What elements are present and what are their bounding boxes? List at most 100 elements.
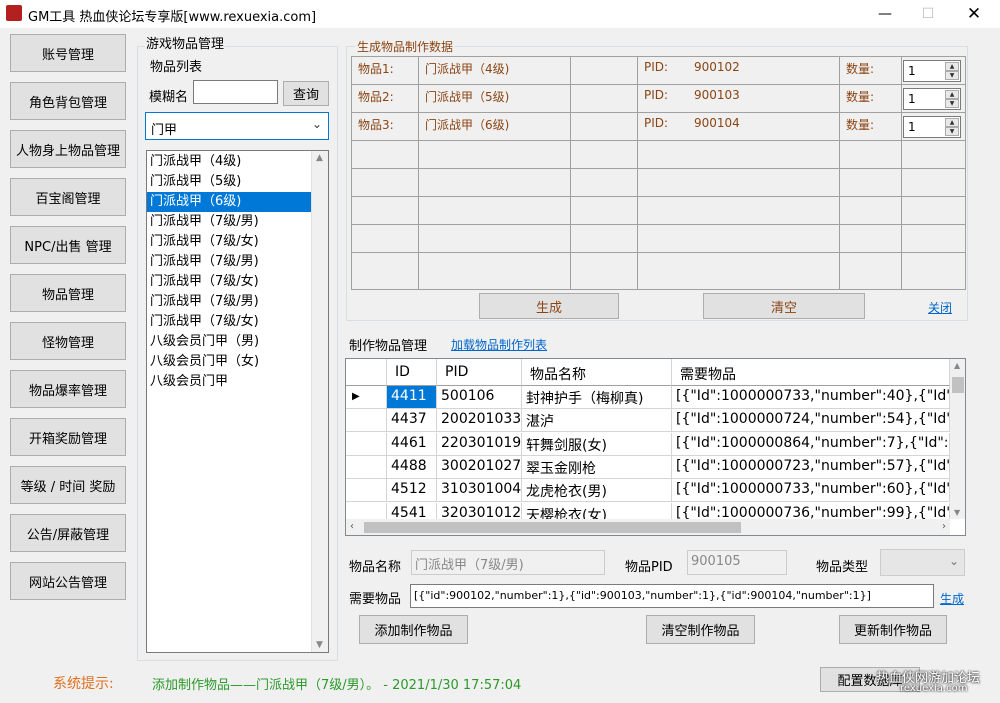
table-cell-need[interactable]: [{"Id":1000000733,"number":40},{"Id":100… bbox=[672, 386, 950, 409]
nav-level-time-button[interactable]: 等级 / 时间 奖励 bbox=[10, 466, 126, 504]
load-craft-list-link[interactable]: 加载物品制作列表 bbox=[451, 336, 547, 353]
items-list[interactable]: 门派战甲（4级) 门派战甲（5级) 门派战甲（6级) 门派战甲（7级/男) 门派战甲（7… bbox=[146, 150, 329, 653]
hscroll-left-icon[interactable]: ‹ bbox=[350, 521, 354, 532]
gen-need-link[interactable]: 生成 bbox=[940, 590, 964, 607]
list-item[interactable]: 八级会员门甲（男) bbox=[147, 332, 328, 352]
need-field[interactable]: [{"id":900102,"number":1},{"id":900103,"… bbox=[410, 584, 934, 608]
minimize-icon[interactable]: — bbox=[862, 0, 908, 28]
update-craft-button[interactable]: 更新制作物品 bbox=[839, 615, 947, 644]
table-vscrollbar[interactable]: ▲ ▼ bbox=[950, 359, 965, 519]
scroll-up-icon[interactable]: ▲ bbox=[316, 153, 323, 163]
clear-button[interactable]: 清空 bbox=[703, 293, 865, 319]
nav-box-reward-button[interactable]: 开箱奖励管理 bbox=[10, 418, 126, 456]
table-cell-need[interactable]: [{"Id":1000000733,"number":60},{"Id":100… bbox=[672, 479, 950, 503]
add-craft-button[interactable]: 添加制作物品 bbox=[359, 615, 468, 644]
table-cell-name[interactable]: 轩舞剑服(女) bbox=[522, 432, 672, 456]
list-item[interactable]: 门派战甲（7级/女) bbox=[147, 232, 328, 252]
nav-items-button[interactable]: 物品管理 bbox=[10, 274, 126, 312]
gen-row-label: 物品3: bbox=[358, 118, 394, 132]
list-item[interactable]: 八级会员门甲（女) bbox=[147, 352, 328, 372]
pid-label: 物品PID bbox=[625, 560, 673, 575]
clear-craft-button[interactable]: 清空制作物品 bbox=[646, 615, 755, 644]
list-item[interactable]: 门派战甲（6级) bbox=[147, 192, 328, 212]
col-name[interactable]: 物品名称 bbox=[522, 359, 672, 386]
close-icon[interactable]: ✕ bbox=[951, 0, 997, 28]
row-header[interactable]: ▶ bbox=[346, 386, 387, 409]
spin-down-icon[interactable]: ▼ bbox=[945, 99, 959, 108]
search-input[interactable] bbox=[193, 80, 278, 104]
table-cell-pid[interactable]: 200201033 bbox=[437, 409, 522, 433]
gen-row-name: 门派战甲（4级) bbox=[425, 62, 510, 76]
row-header[interactable] bbox=[346, 455, 387, 479]
hscroll-right-icon[interactable]: › bbox=[942, 521, 946, 532]
table-cell-need[interactable]: [{"Id":1000000864,"number":7},{"Id":1000 bbox=[672, 432, 950, 456]
col-id[interactable]: ID bbox=[387, 359, 437, 386]
table-cell-id[interactable]: 4437 bbox=[387, 409, 437, 433]
nav-drop-rate-button[interactable]: 物品爆率管理 bbox=[10, 370, 126, 408]
list-item[interactable]: 门派战甲（7级/男) bbox=[147, 252, 328, 272]
list-item[interactable]: 门派战甲（7级/女) bbox=[147, 272, 328, 292]
table-cell-id[interactable]: 4461 bbox=[387, 432, 437, 456]
list-item[interactable]: 八级会员门甲 bbox=[147, 372, 328, 392]
maximize-icon[interactable]: ☐ bbox=[905, 0, 951, 28]
row-header[interactable] bbox=[346, 479, 387, 503]
row-header[interactable] bbox=[346, 409, 387, 433]
table-hscrollbar[interactable]: ‹ › bbox=[346, 519, 950, 535]
spin-up-icon[interactable]: ▲ bbox=[945, 62, 959, 71]
table-cell-name[interactable]: 封神护手（梅柳真) bbox=[522, 386, 672, 409]
title-bar: GM工具 热血侠论坛专享版[www.rexuexia.com] — ☐ ✕ bbox=[0, 0, 1000, 28]
spin-up-icon[interactable]: ▲ bbox=[945, 118, 959, 127]
table-cell-pid[interactable]: 310301004 bbox=[437, 479, 522, 503]
table-cell-need[interactable]: [{"Id":1000000724,"number":54},{"Id":100… bbox=[672, 409, 950, 433]
item-type-select[interactable]: ⌄ bbox=[880, 549, 965, 576]
generate-button[interactable]: 生成 bbox=[479, 293, 619, 319]
table-cell-name[interactable]: 湛泸 bbox=[522, 409, 672, 433]
table-cell-id[interactable]: 4488 bbox=[387, 455, 437, 479]
table-cell-pid[interactable]: 220301019 bbox=[437, 432, 522, 456]
table-cell-id[interactable]: 4512 bbox=[387, 479, 437, 503]
nav-notice-button[interactable]: 公告/屏蔽管理 bbox=[10, 514, 126, 552]
name-field[interactable]: 门派战甲（7级/男) bbox=[411, 550, 605, 575]
col-need[interactable]: 需要物品 bbox=[672, 359, 950, 386]
spin-down-icon[interactable]: ▼ bbox=[945, 127, 959, 136]
col-pid[interactable]: PID bbox=[437, 359, 522, 386]
nav-monster-button[interactable]: 怪物管理 bbox=[10, 322, 126, 360]
spin-up-icon[interactable]: ▲ bbox=[945, 90, 959, 99]
qty-value: 1 bbox=[908, 92, 916, 106]
row-header[interactable] bbox=[346, 432, 387, 456]
table-cell-pid[interactable]: 500106 bbox=[437, 386, 522, 409]
type-select-value: 门甲 bbox=[151, 123, 178, 138]
qty-spinner[interactable]: 1 ▲ ▼ bbox=[903, 116, 961, 138]
table-cell-pid[interactable]: 300201027 bbox=[437, 455, 522, 479]
list-item[interactable]: 门派战甲（4级) bbox=[147, 152, 328, 172]
qty-spinner[interactable]: 1 ▲ ▼ bbox=[903, 60, 961, 82]
nav-treasure-button[interactable]: 百宝阁管理 bbox=[10, 178, 126, 216]
nav-char-items-button[interactable]: 人物身上物品管理 bbox=[10, 130, 126, 168]
nav-account-button[interactable]: 账号管理 bbox=[10, 34, 126, 72]
qty-spinner[interactable]: 1 ▲ ▼ bbox=[903, 88, 961, 110]
table-cell-name[interactable]: 翠玉金刚枪 bbox=[522, 455, 672, 479]
table-cell-id[interactable]: 4411 bbox=[387, 386, 437, 409]
nav-role-bag-button[interactable]: 角色背包管理 bbox=[10, 82, 126, 120]
grid-cell bbox=[638, 169, 840, 197]
query-button[interactable]: 查询 bbox=[283, 81, 329, 106]
table-cell-name[interactable]: 龙虎枪衣(男) bbox=[522, 479, 672, 503]
close-link[interactable]: 关闭 bbox=[928, 299, 952, 316]
spin-down-icon[interactable]: ▼ bbox=[945, 71, 959, 80]
table-cell-need[interactable]: [{"Id":1000000723,"number":57},{"Id":100… bbox=[672, 455, 950, 479]
vscroll-up-icon[interactable]: ▲ bbox=[954, 361, 960, 370]
list-item[interactable]: 门派战甲（7级/男) bbox=[147, 212, 328, 232]
list-item[interactable]: 门派战甲（5级) bbox=[147, 172, 328, 192]
hscroll-thumb[interactable] bbox=[364, 522, 741, 533]
list-scrollbar[interactable]: ▲ ▼ bbox=[311, 151, 328, 652]
type-select[interactable]: 门甲 ⌄ bbox=[145, 112, 329, 140]
list-item[interactable]: 门派战甲（7级/男) bbox=[147, 292, 328, 312]
vscroll-down-icon[interactable]: ▼ bbox=[954, 508, 960, 517]
scroll-down-icon[interactable]: ▼ bbox=[316, 640, 323, 650]
pid-field[interactable]: 900105 bbox=[687, 550, 787, 575]
nav-web-notice-button[interactable]: 网站公告管理 bbox=[10, 562, 126, 600]
vscroll-thumb[interactable] bbox=[952, 377, 964, 393]
list-item[interactable]: 门派战甲（7级/女) bbox=[147, 312, 328, 332]
nav-npc-button[interactable]: NPC/出售 管理 bbox=[10, 226, 126, 264]
craft-table[interactable]: ID PID 物品名称 需要物品 ▶ 4411 500106 封神护手（梅柳真) [{"… bbox=[345, 358, 966, 536]
